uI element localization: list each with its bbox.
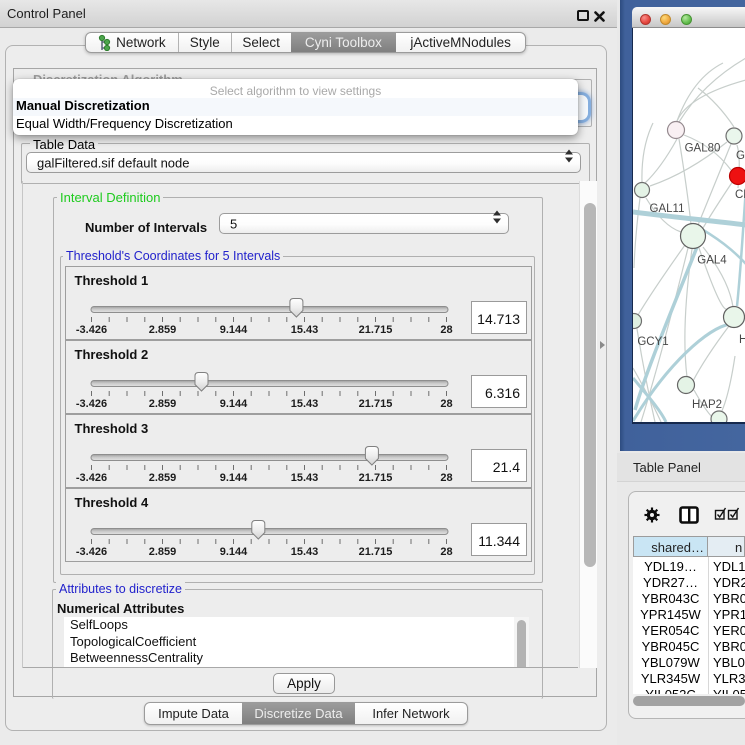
- svg-text:GAL4: GAL4: [697, 255, 727, 267]
- svg-text:15.43: 15.43: [290, 398, 318, 410]
- svg-text:9.144: 9.144: [219, 546, 247, 558]
- svg-text:CD: CD: [735, 189, 745, 201]
- svg-text:21.715: 21.715: [358, 324, 392, 336]
- svg-text:-3.426: -3.426: [75, 398, 106, 410]
- svg-text:9.144: 9.144: [219, 324, 247, 336]
- svg-text:15.43: 15.43: [290, 472, 318, 484]
- svg-text:21.715: 21.715: [358, 472, 392, 484]
- svg-text:9.144: 9.144: [219, 472, 247, 484]
- svg-text:21.715: 21.715: [358, 546, 392, 558]
- svg-text:HA: HA: [739, 334, 745, 346]
- svg-text:15.43: 15.43: [290, 324, 318, 336]
- svg-text:28: 28: [440, 324, 452, 336]
- svg-text:-3.426: -3.426: [75, 546, 106, 558]
- svg-text:28: 28: [440, 546, 452, 558]
- svg-text:15.43: 15.43: [290, 546, 318, 558]
- svg-text:-3.426: -3.426: [75, 472, 106, 484]
- svg-text:2.859: 2.859: [148, 324, 176, 336]
- svg-text:28: 28: [440, 398, 452, 410]
- svg-text:9.144: 9.144: [219, 398, 247, 410]
- svg-text:2.859: 2.859: [148, 546, 176, 558]
- svg-text:HAP2: HAP2: [692, 399, 722, 411]
- svg-text:28: 28: [440, 472, 452, 484]
- svg-text:GAL11: GAL11: [650, 203, 685, 215]
- svg-text:2.859: 2.859: [148, 472, 176, 484]
- svg-text:GAL80: GAL80: [685, 143, 721, 155]
- svg-text:-3.426: -3.426: [75, 324, 106, 336]
- svg-text:2.859: 2.859: [148, 398, 176, 410]
- svg-text:GA: GA: [736, 150, 745, 162]
- svg-text:21.715: 21.715: [358, 398, 392, 410]
- svg-text:GCY1: GCY1: [637, 336, 668, 348]
